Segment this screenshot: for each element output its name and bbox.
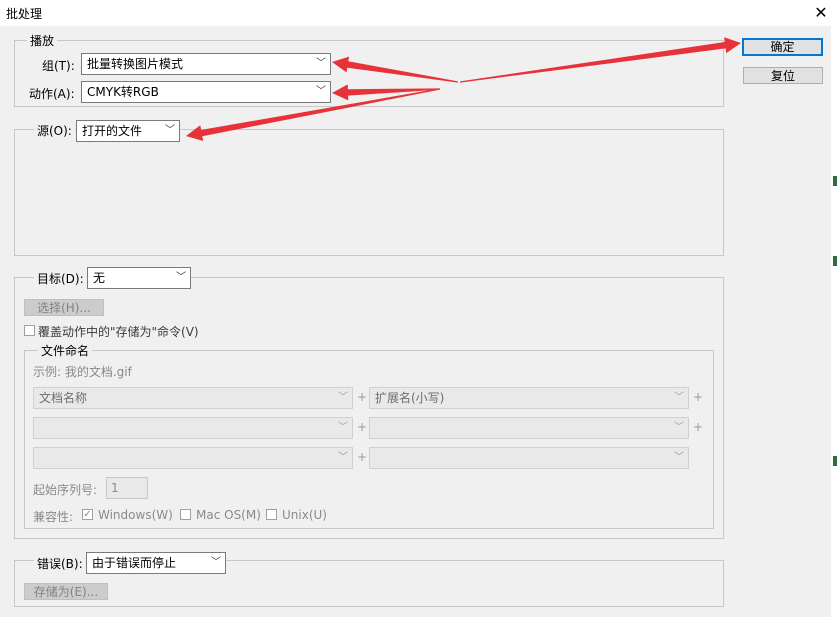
source-dropdown-value: 打开的文件 — [82, 124, 143, 138]
plus-sign: + — [693, 420, 704, 434]
action-dropdown[interactable]: CMYK转RGB ﹀ — [81, 81, 331, 103]
source-dropdown[interactable]: 打开的文件 ﹀ — [76, 120, 180, 142]
window-title: 批处理 — [6, 7, 43, 21]
naming-field-2-value: 扩展名(小写) — [375, 391, 445, 405]
destination-dropdown-value: 无 — [93, 271, 106, 285]
errors-dropdown[interactable]: 由于错误而停止 ﹀ — [86, 552, 226, 574]
plus-sign: + — [357, 450, 368, 464]
naming-field-5[interactable]: ﹀ — [33, 447, 353, 469]
chevron-down-icon: ﹀ — [674, 452, 684, 463]
background-window-edge — [831, 26, 837, 617]
destination-dropdown[interactable]: 无 ﹀ — [87, 267, 191, 289]
compat-mac-label: Mac OS(M) — [196, 508, 261, 522]
play-group-legend: 播放 — [27, 32, 58, 49]
source-group — [14, 129, 724, 256]
set-dropdown[interactable]: 批量转换图片模式 ﹀ — [81, 53, 331, 75]
chevron-down-icon: ﹀ — [674, 392, 684, 403]
title-bar — [0, 0, 837, 26]
compatibility-label: 兼容性: — [33, 510, 74, 524]
chevron-down-icon: ﹀ — [165, 125, 175, 136]
set-dropdown-value: 批量转换图片模式 — [87, 57, 184, 71]
destination-label: 目标(D): — [34, 270, 87, 287]
naming-example: 示例: 我的文档.gif — [33, 365, 132, 379]
compat-mac-checkbox[interactable] — [180, 509, 191, 520]
ok-button[interactable]: 确定 — [742, 38, 823, 56]
reset-button[interactable]: 复位 — [743, 67, 823, 84]
choose-button[interactable]: 选择(H)... — [24, 299, 104, 316]
compat-windows-checkbox[interactable]: ✓ — [82, 509, 93, 520]
naming-field-1-value: 文档名称 — [39, 391, 88, 405]
close-icon[interactable]: ✕ — [807, 1, 835, 25]
action-dropdown-value: CMYK转RGB — [87, 85, 159, 99]
override-save-as-checkbox[interactable] — [24, 325, 35, 336]
plus-sign: + — [357, 390, 368, 404]
override-save-as-label: 覆盖动作中的"存储为"命令(V) — [38, 325, 199, 339]
naming-field-1[interactable]: 文档名称 ﹀ — [33, 387, 353, 409]
naming-field-6[interactable]: ﹀ — [369, 447, 689, 469]
compat-unix-label: Unix(U) — [282, 508, 327, 522]
plus-sign: + — [693, 390, 704, 404]
naming-field-2[interactable]: 扩展名(小写) ﹀ — [369, 387, 689, 409]
file-naming-legend: 文件命名 — [38, 342, 93, 359]
save-as-button[interactable]: 存储为(E)... — [24, 583, 108, 600]
chevron-down-icon: ﹀ — [211, 557, 221, 568]
chevron-down-icon: ﹀ — [338, 392, 348, 403]
chevron-down-icon: ﹀ — [338, 422, 348, 433]
action-label: 动作(A): — [29, 87, 75, 101]
chevron-down-icon: ﹀ — [338, 452, 348, 463]
naming-field-4[interactable]: ﹀ — [369, 417, 689, 439]
start-serial-input[interactable]: 1 — [106, 477, 148, 499]
chevron-down-icon: ﹀ — [674, 422, 684, 433]
naming-field-3[interactable]: ﹀ — [33, 417, 353, 439]
chevron-down-icon: ﹀ — [316, 58, 326, 69]
errors-dropdown-value: 由于错误而停止 — [92, 556, 177, 570]
plus-sign: + — [357, 420, 368, 434]
compat-windows-label: Windows(W) — [98, 508, 173, 522]
source-label: 源(O): — [34, 122, 75, 139]
chevron-down-icon: ﹀ — [176, 272, 186, 283]
start-serial-label: 起始序列号: — [33, 483, 98, 497]
errors-label: 错误(B): — [34, 555, 86, 572]
set-label: 组(T): — [42, 59, 75, 73]
chevron-down-icon: ﹀ — [316, 86, 326, 97]
compat-unix-checkbox[interactable] — [266, 509, 277, 520]
